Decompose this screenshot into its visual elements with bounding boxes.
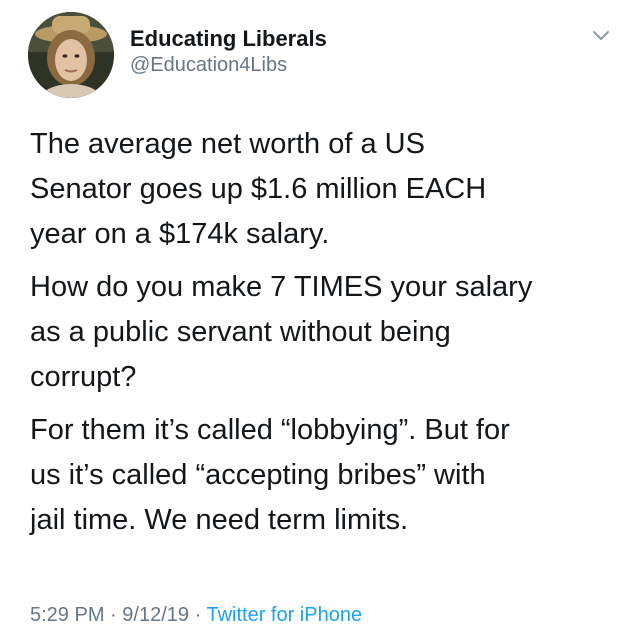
tweet-text: The average net worth of a US Senator go… bbox=[30, 122, 620, 551]
tweet-paragraph: How do you make 7 TIMES your salary as a… bbox=[30, 271, 533, 393]
avatar[interactable] bbox=[28, 12, 114, 98]
chevron-down-icon[interactable] bbox=[590, 24, 612, 46]
separator: · bbox=[194, 604, 202, 626]
tweet-paragraph: The average net worth of a US Senator go… bbox=[30, 128, 487, 250]
display-name[interactable]: Educating Liberals bbox=[130, 26, 327, 52]
tweet-time[interactable]: 5:29 PM bbox=[30, 604, 104, 626]
user-handle[interactable]: @Education4Libs bbox=[130, 54, 287, 77]
tweet-card: Educating Liberals @Education4Libs The a… bbox=[0, 0, 640, 640]
source-link[interactable]: Twitter for iPhone bbox=[206, 604, 362, 626]
tweet-metadata: 5:29 PM · 9/12/19 · Twitter for iPhone bbox=[30, 604, 362, 627]
separator: · bbox=[110, 604, 117, 626]
tweet-date[interactable]: 9/12/19 bbox=[122, 604, 189, 626]
profile-photo bbox=[28, 12, 114, 98]
tweet-paragraph: For them it’s called “lobbying”. But for… bbox=[30, 414, 510, 536]
